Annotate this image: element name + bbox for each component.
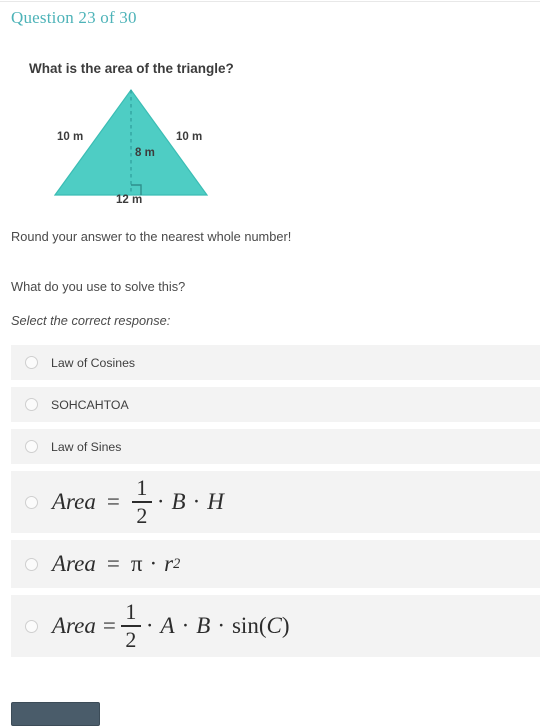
formula-var-b: B — [196, 613, 211, 638]
option-law-of-sines[interactable]: Law of Sines — [11, 429, 540, 464]
radio-icon[interactable] — [25, 356, 38, 369]
formula-var-c: C — [266, 613, 282, 638]
option-label: Law of Sines — [51, 439, 122, 454]
fraction-numerator: 1 — [136, 475, 148, 501]
formula-var-a: A — [160, 613, 175, 638]
formula-area-word: Area — [52, 551, 96, 576]
fraction-one-half: 1 2 — [131, 475, 152, 528]
fraction-numerator: 1 — [125, 599, 137, 625]
triangle-right-side-label: 10 m — [176, 131, 203, 143]
option-area-half-base-height[interactable]: Area = 1 2 · B · H — [11, 471, 540, 533]
option-label: SOHCAHTOA — [51, 397, 129, 412]
option-area-half-ab-sin-c[interactable]: Area = 1 2 · A · B · sin( C) — [11, 595, 540, 657]
formula-var-r: r — [164, 551, 174, 576]
formula-equals: = — [106, 551, 120, 576]
answer-options-list: Law of Cosines SOHCAHTOA Law of Sines Ar… — [11, 345, 540, 664]
formula-area-half-ab-sin-c: Area = 1 2 · A · B · sin( C) — [52, 601, 290, 651]
option-sohcahtoa[interactable]: SOHCAHTOA — [11, 387, 540, 422]
radio-icon[interactable] — [25, 557, 38, 571]
formula-dot: · — [181, 613, 190, 638]
formula-dot: · — [145, 613, 154, 638]
radio-icon[interactable] — [25, 398, 38, 411]
formula-exponent-two: 2 — [173, 555, 181, 572]
fraction-denominator: 2 — [136, 502, 148, 528]
formula-equals: = — [106, 489, 120, 514]
top-divider — [0, 1, 540, 2]
formula-dot: · — [217, 613, 225, 638]
formula-area-word: Area — [52, 613, 96, 638]
option-area-pi-r-squared[interactable]: Area = π · r2 — [11, 540, 540, 588]
radio-icon[interactable] — [25, 440, 38, 453]
question-prompt: What is the area of the triangle? — [29, 61, 234, 76]
sub-question: What do you use to solve this? — [11, 279, 186, 294]
formula-var-b: B — [171, 489, 186, 514]
option-label: Law of Cosines — [51, 355, 136, 370]
rounding-instruction: Round your answer to the nearest whole n… — [11, 229, 292, 244]
formula-equals: = — [102, 613, 116, 638]
formula-area-half-base-height: Area = 1 2 · B · H — [52, 477, 224, 527]
formula-close-paren: ) — [281, 613, 290, 638]
triangle-left-side-label: 10 m — [57, 131, 84, 143]
fraction-denominator: 2 — [125, 626, 137, 652]
formula-dot: · — [149, 551, 158, 576]
question-counter: Question 23 of 30 — [11, 8, 137, 27]
radio-icon[interactable] — [25, 495, 38, 509]
triangle-height-label: 8 m — [135, 147, 155, 159]
option-law-of-cosines[interactable]: Law of Cosines — [11, 345, 540, 380]
submit-button[interactable] — [11, 702, 100, 726]
formula-area-pi-r-squared: Area = π · r2 — [52, 551, 180, 577]
formula-pi: π — [130, 551, 143, 576]
select-response-hint: Select the correct response: — [11, 313, 171, 328]
radio-icon[interactable] — [25, 619, 38, 633]
triangle-base-label: 12 m — [116, 194, 143, 206]
formula-area-word: Area — [52, 489, 96, 514]
formula-dot: · — [156, 489, 165, 514]
fraction-one-half: 1 2 — [120, 599, 141, 652]
formula-var-h: H — [207, 489, 224, 514]
formula-dot: · — [192, 489, 201, 514]
quiz-page: Question 23 of 30 What is the area of th… — [0, 0, 540, 726]
formula-sin-open: sin( — [231, 613, 267, 638]
